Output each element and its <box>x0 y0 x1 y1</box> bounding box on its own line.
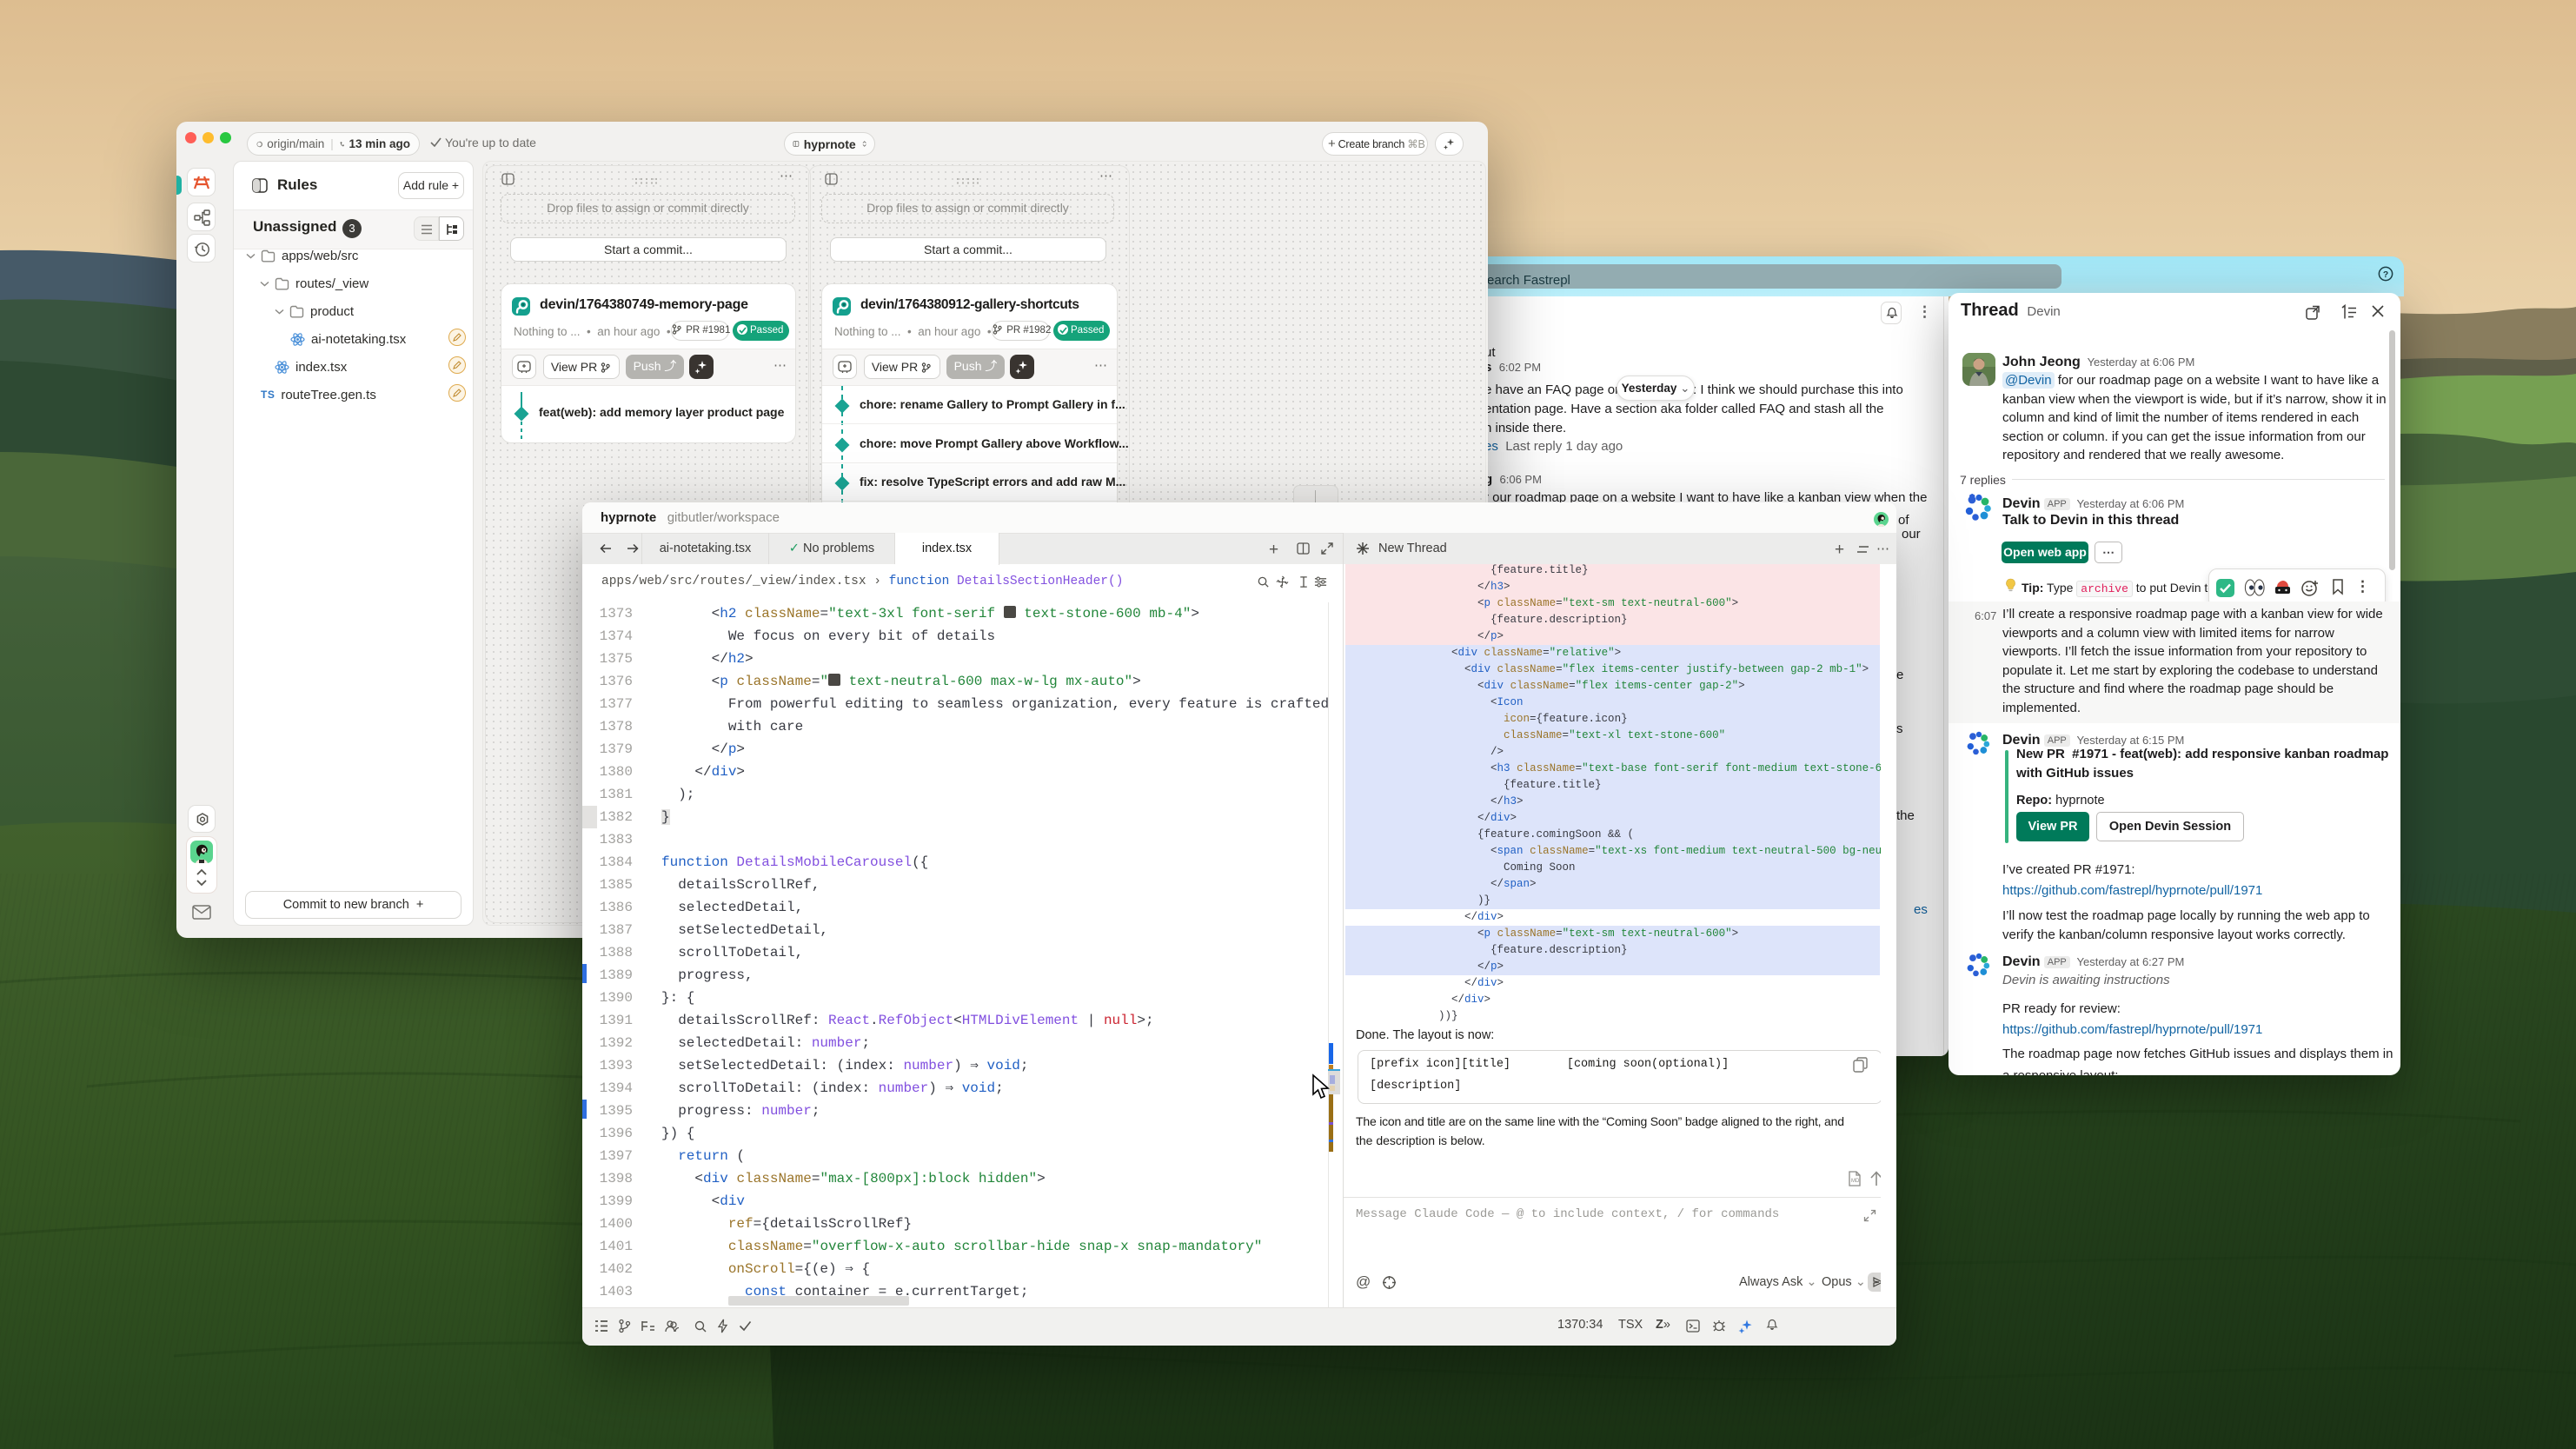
svg-text:?: ? <box>2383 270 2388 280</box>
svg-text:MD: MD <box>1851 1179 1860 1184</box>
